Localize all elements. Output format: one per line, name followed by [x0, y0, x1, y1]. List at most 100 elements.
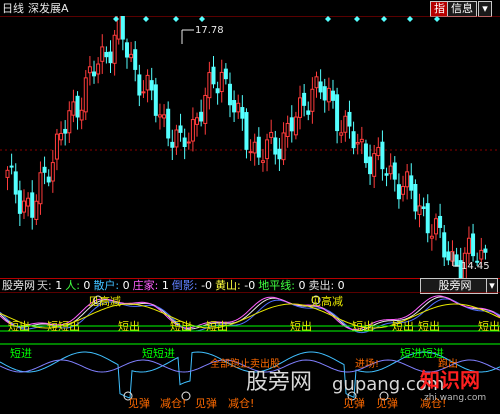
- candle-body: [277, 148, 282, 160]
- indicator-header: 股旁网 天: 1 人: 0 散户: 0 庄家: 1 倒影: -0 黄山: -0 地平线: 0…: [0, 278, 500, 294]
- signal-circle: [181, 391, 191, 401]
- candle-body: [306, 110, 311, 115]
- candle-body: [380, 141, 385, 170]
- candle-body: [450, 251, 455, 262]
- candle-body: [30, 192, 35, 218]
- candle-body: [368, 156, 373, 175]
- candle-body: [157, 114, 162, 118]
- window-menu-icon[interactable]: ▾: [478, 1, 492, 17]
- candle-body: [372, 153, 377, 177]
- candle-body: [392, 162, 397, 180]
- signal-diamond: [325, 16, 331, 22]
- candle-body: [5, 169, 10, 178]
- candle-body: [186, 141, 191, 144]
- candle-body: [17, 190, 22, 214]
- indicator-field-label: 地平线:: [258, 279, 295, 292]
- candle-body: [133, 49, 138, 70]
- candle-body: [211, 66, 216, 85]
- indicator-line: [0, 298, 500, 334]
- signal-diamond: [354, 16, 360, 22]
- candle-body: [124, 42, 129, 58]
- candle-body: [120, 16, 125, 40]
- candle-body: [438, 215, 443, 228]
- signal-circle: [379, 391, 389, 401]
- candle-body: [351, 131, 356, 149]
- indicator-field-value: -0: [197, 279, 213, 292]
- candle-body: [281, 132, 286, 161]
- candle-body: [409, 175, 414, 191]
- candle-body: [34, 200, 39, 220]
- candle-body: [265, 139, 270, 160]
- candle-body: [207, 72, 212, 99]
- candle-body: [46, 176, 51, 183]
- candle-body: [182, 137, 187, 147]
- candle-body: [359, 138, 364, 143]
- candle-body: [13, 171, 18, 195]
- period-label[interactable]: 日线: [2, 3, 24, 14]
- candle-body: [396, 184, 401, 200]
- signal-diamond: [143, 16, 149, 22]
- candle-body: [388, 165, 393, 175]
- candle-body: [425, 203, 430, 234]
- indicator-field-value: 0: [119, 279, 130, 292]
- candle-body: [285, 122, 290, 138]
- indicator-field-label: 庄家:: [132, 279, 159, 292]
- candle-body: [240, 107, 245, 119]
- signal-diamond: [381, 16, 387, 22]
- candle-body: [429, 235, 434, 239]
- candle-body: [59, 132, 64, 141]
- candle-body: [50, 162, 55, 182]
- candle-body: [227, 83, 232, 106]
- signal-diamond: [407, 16, 413, 22]
- indicator-name[interactable]: 股旁网: [2, 280, 35, 291]
- candle-body: [471, 233, 476, 257]
- candle-body: [384, 173, 389, 176]
- info-button[interactable]: 信息: [447, 1, 477, 17]
- indicator-field-label: 散户:: [93, 279, 120, 292]
- signal-diamond: [199, 16, 205, 22]
- indicator-line: [0, 359, 500, 373]
- stock-name[interactable]: 深发展A: [28, 3, 69, 14]
- candle-body: [401, 186, 406, 195]
- indicator-chart[interactable]: [0, 292, 500, 414]
- candle-body: [21, 200, 26, 213]
- indicator-lines: [0, 292, 500, 401]
- indicator-field-label: 天:: [37, 279, 52, 292]
- indicator-field-value: -0: [240, 279, 256, 292]
- candle-body: [141, 91, 146, 94]
- candle-body: [479, 249, 484, 260]
- candle-body: [326, 87, 331, 103]
- candle-body: [244, 112, 249, 150]
- candle-body: [71, 101, 76, 116]
- indicator-line: [0, 351, 500, 399]
- candle-body: [446, 251, 451, 261]
- candle-body: [260, 160, 265, 163]
- candle-body: [203, 94, 208, 124]
- high-price-marker: 17.78: [181, 25, 224, 44]
- candle-body: [153, 84, 158, 116]
- signal-diamonds: [113, 16, 440, 22]
- candle-body: [256, 136, 261, 158]
- candle-body: [75, 95, 80, 118]
- indicator-field-label: 黄山:: [215, 279, 241, 292]
- candle-body: [100, 46, 105, 62]
- candle-body: [322, 86, 327, 101]
- candle-body: [54, 133, 59, 160]
- signal-circle: [311, 295, 321, 305]
- indicator-field-value: 1: [158, 279, 169, 292]
- candle-body: [335, 94, 340, 132]
- candle-body: [162, 114, 167, 119]
- price-grid: [0, 16, 500, 151]
- candlestick-chart[interactable]: 17.78 14.45: [0, 16, 500, 278]
- candle-body: [376, 146, 381, 157]
- stock-chart-window: 日线 深发展A 指 信息 ▾ 17.78 14.45 股旁网 天: 1 人: 0散…: [0, 0, 500, 414]
- candle-body: [273, 137, 278, 155]
- candle-body: [421, 206, 426, 209]
- candle-body: [363, 143, 368, 164]
- indicator-field-value: 1: [51, 279, 63, 292]
- candle-body: [190, 119, 195, 142]
- indicator-field-label: 倒影:: [171, 279, 198, 292]
- candle-body: [454, 254, 459, 267]
- candle-body: [442, 232, 447, 258]
- candle-body: [9, 165, 14, 168]
